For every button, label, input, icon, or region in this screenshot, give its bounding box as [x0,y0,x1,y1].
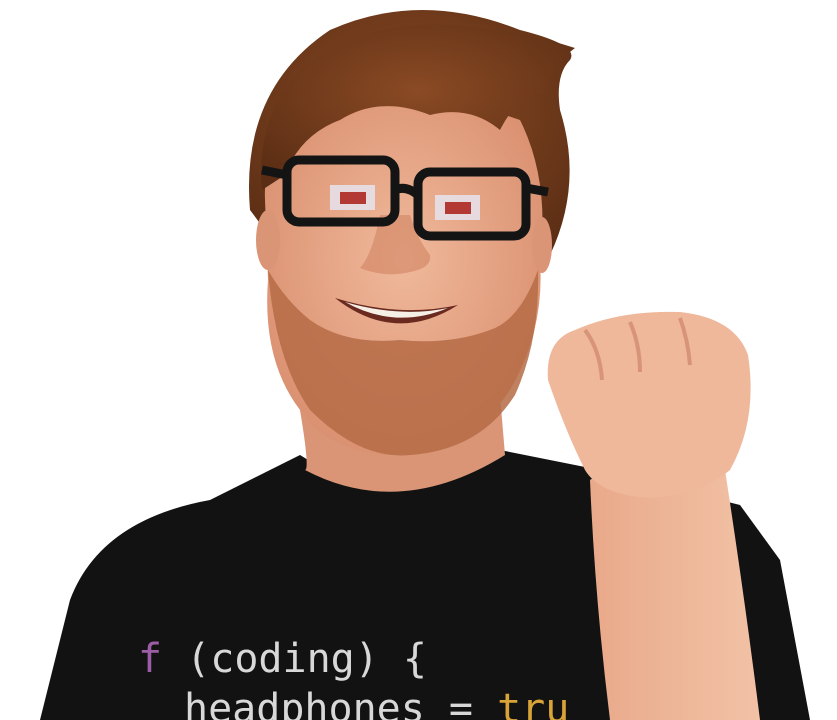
shirt-text-operator: = [424,686,498,720]
shirt-text-line-1: f (coding) { [138,636,427,682]
photo-scene: f (coding) { headphones = tru [0,0,837,720]
person-illustration [40,10,810,720]
shirt-text-coding: (coding) { [162,636,427,682]
shirt-text-line-2: headphones = tru [184,686,569,720]
ear-left [256,210,280,270]
ear-right [532,217,552,273]
shirt-text-keyword: f [138,636,163,682]
forearm [590,458,760,720]
shirt-text-value: tru [497,686,570,720]
shirt-text-headphones: headphones [184,686,425,720]
